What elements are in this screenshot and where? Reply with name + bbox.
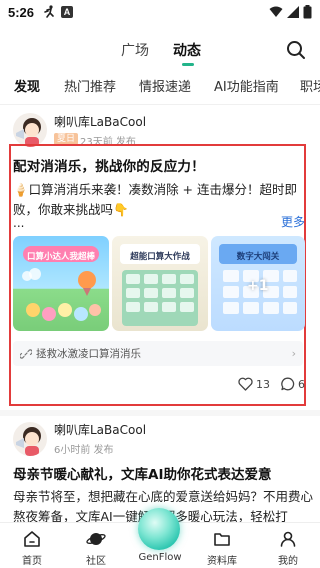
status-bar: 5:26 A — [0, 0, 320, 24]
category-tab-ai-guide[interactable]: AI功能指南 — [214, 76, 279, 95]
chevron-right-icon: › — [291, 347, 296, 360]
nav-genflow-label[interactable]: GenFlow — [134, 552, 186, 563]
post-image-2[interactable]: 超能口算大作战 — [112, 236, 208, 331]
top-nav: 广场 动态 — [0, 34, 320, 66]
tab-plaza[interactable]: 广场 — [121, 40, 149, 60]
post-image-1[interactable]: 口算小达人我超棒 — [13, 236, 109, 331]
comment-icon — [281, 377, 295, 391]
heart-icon — [238, 377, 253, 391]
post-title[interactable]: 配对消消乐，挑战你的反应力！ — [13, 155, 205, 175]
wifi-icon — [269, 6, 283, 17]
post-author[interactable]: 喇叭库LaBaCool — [54, 421, 146, 438]
post-title[interactable]: 母亲节暖心献礼，文库AI助你花式表达爱意 — [13, 463, 271, 483]
post-time: 6小时前 发布 — [54, 445, 114, 456]
nav-me[interactable]: 我的 — [263, 529, 313, 567]
category-tabs: 发现 热门推荐 情报速递 AI功能指南 职场 — [0, 74, 320, 96]
divider — [0, 104, 320, 105]
nav-library[interactable]: 资料库 — [197, 529, 247, 567]
genflow-orb-icon[interactable] — [138, 508, 180, 550]
folder-icon — [214, 533, 230, 546]
post-separator — [0, 410, 320, 416]
home-icon — [24, 531, 40, 547]
like-button[interactable]: 13 — [238, 377, 270, 391]
category-tab-news[interactable]: 情报速递 — [139, 76, 191, 95]
category-tab-workplace[interactable]: 职场 — [300, 76, 320, 95]
running-icon — [44, 5, 54, 18]
nav-me-label: 我的 — [278, 556, 298, 567]
active-tab-indicator — [182, 63, 194, 66]
related-link-text: 拯救冰激凌口算消消乐 — [36, 348, 141, 360]
category-tab-discover[interactable]: 发现 — [14, 76, 40, 95]
user-icon — [280, 531, 296, 547]
related-link-bar[interactable]: 拯救冰激凌口算消消乐 › — [13, 341, 303, 366]
search-icon[interactable] — [286, 40, 306, 60]
post-more-link[interactable]: 更多 — [281, 213, 305, 230]
avatar[interactable] — [13, 422, 47, 456]
link-icon — [20, 348, 32, 359]
nav-community[interactable]: 社区 — [71, 529, 121, 567]
post-image-1-caption: 口算小达人我超棒 — [26, 252, 95, 262]
status-time: 5:26 — [8, 4, 35, 20]
comment-button[interactable]: 6 — [281, 377, 305, 391]
planet-icon — [86, 533, 106, 545]
avatar[interactable] — [13, 113, 47, 147]
post-image-3-badge: +1 — [247, 278, 269, 294]
nav-library-label: 资料库 — [207, 556, 237, 567]
post-image-3[interactable]: 数字大闯关 +1 — [211, 236, 305, 331]
nav-home-label: 首页 — [22, 556, 42, 567]
post-author[interactable]: 喇叭库LaBaCool — [54, 113, 146, 130]
nav-community-label: 社区 — [86, 556, 106, 567]
category-tab-hot[interactable]: 热门推荐 — [64, 76, 116, 95]
like-count: 13 — [256, 377, 270, 391]
battery-icon — [303, 5, 312, 19]
post-image-2-caption: 超能口算大作战 — [130, 252, 190, 262]
tab-feed[interactable]: 动态 — [173, 40, 201, 60]
comment-count: 6 — [298, 377, 305, 391]
post-ellipsis: ... — [13, 216, 25, 230]
post-body-text: 🍦口算消消乐来袭！凑数消除 + 连击爆分！超时即败，你敢来挑战吗👇 — [13, 182, 297, 217]
signal-icon — [287, 6, 299, 18]
post-image-3-caption: 数字大闯关 — [236, 252, 280, 262]
nav-home[interactable]: 首页 — [7, 529, 57, 567]
app-notification-icon: A — [61, 6, 74, 18]
